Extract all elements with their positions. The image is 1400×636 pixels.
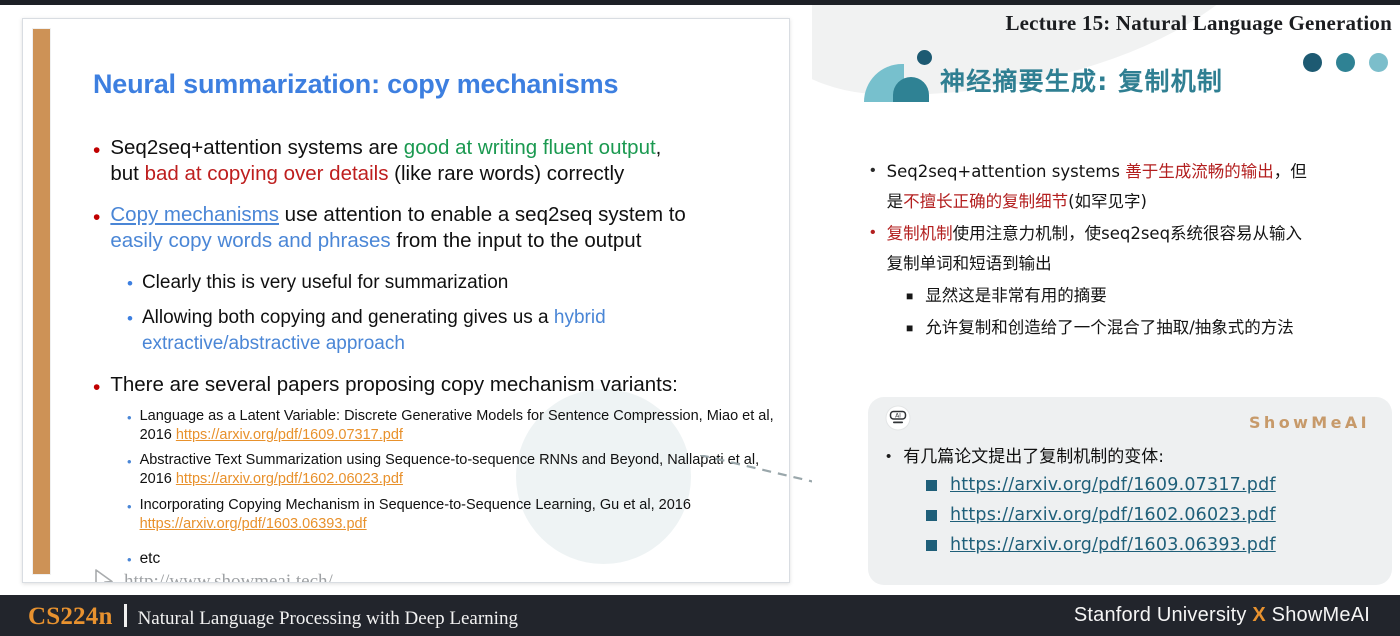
- copy-mechanisms-link[interactable]: Copy mechanisms: [110, 203, 279, 226]
- cn-b1-l1red: 善于生成流畅的输出: [1125, 162, 1274, 181]
- footer-stanford: Stanford University: [1073, 604, 1253, 626]
- course-code: CS224n: [28, 602, 113, 630]
- card-lead-text: 有几篇论文提出了复制机制的变体:: [903, 447, 1164, 467]
- dot-2: [1336, 53, 1355, 72]
- card-link-3[interactable]: https://arxiv.org/pdf/1603.06393.pdf: [950, 535, 1276, 555]
- footer-showmeai: ShowMeAI: [1265, 604, 1370, 626]
- showmeai-logo-icon: [864, 50, 932, 102]
- sub2-a: Allowing both copying and generating giv…: [141, 307, 554, 328]
- dot-3: [1369, 53, 1388, 72]
- slide-title: Neural summarization: copy mechanisms: [93, 69, 619, 99]
- b2-line2-blue: easily copy words and phrases: [110, 229, 391, 252]
- sub1-text: Clearly this is very useful for summariz…: [141, 272, 509, 293]
- cn-b2-l2b: 复制单词和短语到输出: [886, 254, 1052, 273]
- cn-sub1: 显然这是非常有用的摘要: [925, 286, 1107, 305]
- footer-divider: [123, 603, 127, 627]
- svg-text:AI: AI: [895, 412, 901, 419]
- b1-line2-a: but: [110, 162, 145, 185]
- square-bullet-icon: [926, 509, 937, 521]
- cn-bullet-2: • 复制机制使用注意力机制，使seq2seq系统很容易从输入 复制单词和短语到输…: [870, 219, 1390, 279]
- bullet-dot-icon: •: [93, 376, 101, 399]
- b1-line1-a: Seq2seq+attention systems are: [110, 136, 404, 159]
- cn-b1-l2a: 是: [886, 192, 904, 211]
- reference-card: AI ShowMeAI • 有几篇论文提出了复制机制的变体: https://a…: [868, 397, 1392, 585]
- card-brand: ShowMeAI: [1249, 413, 1370, 432]
- cursor-arrow-icon: [91, 567, 118, 582]
- b1-line2-b: (like rare words) correctly: [388, 162, 625, 185]
- paper-ref-2: • Abstractive Text Summarization using S…: [127, 451, 789, 489]
- paper-2-url[interactable]: https://arxiv.org/pdf/1602.06023.pdf: [176, 471, 403, 487]
- card-link-row[interactable]: https://arxiv.org/pdf/1602.06023.pdf: [926, 505, 1276, 525]
- b1-line2-red: bad at copying over details: [144, 162, 389, 185]
- square-bullet-icon: ■: [906, 321, 914, 335]
- slide-watermark: http://www.showmeai.tech/: [91, 565, 333, 583]
- card-link-row[interactable]: https://arxiv.org/pdf/1603.06393.pdf: [926, 535, 1276, 555]
- panel-title-cn: 神经摘要生成: 复制机制: [940, 67, 1224, 96]
- paper-ref-1: • Language as a Latent Variable: Discret…: [127, 407, 789, 445]
- card-link-list: https://arxiv.org/pdf/1609.07317.pdf htt…: [926, 475, 1276, 565]
- watermark-text: http://www.showmeai.tech/: [124, 570, 333, 583]
- paper-3-url[interactable]: https://arxiv.org/pdf/1603.06393.pdf: [140, 516, 367, 532]
- paper-3-text: Incorporating Copying Mechanism in Seque…: [139, 497, 691, 513]
- bullet-dot-icon: •: [93, 206, 101, 229]
- sub2-blue2: extractive/abstractive approach: [141, 333, 405, 354]
- slide-subbullet-1: • Clearly this is very useful for summar…: [127, 270, 789, 296]
- cn-b1-l1b: ，但: [1273, 162, 1307, 181]
- square-bullet-icon: [926, 539, 937, 551]
- b3-text: There are several papers proposing copy …: [110, 373, 678, 396]
- footer-x: X: [1252, 604, 1266, 626]
- logo-dot-shape: [917, 50, 932, 65]
- sub2-blue: hybrid: [553, 307, 606, 328]
- slide-canvas: Neural summarization: copy mechanisms • …: [0, 0, 1400, 636]
- lecture-slide: Neural summarization: copy mechanisms • …: [22, 18, 790, 583]
- bullet-dot-icon: •: [93, 139, 101, 162]
- card-lead-row: • 有几篇论文提出了复制机制的变体:: [886, 442, 1164, 467]
- slide-bullet-1: • Seq2seq+attention systems are good at …: [93, 135, 789, 187]
- paper-ref-3: • Incorporating Copying Mechanism in Seq…: [127, 496, 789, 534]
- robot-face-icon: AI: [885, 405, 911, 436]
- slide-bullet-2: • Copy mechanisms use attention to enabl…: [93, 202, 789, 254]
- card-link-2[interactable]: https://arxiv.org/pdf/1602.06023.pdf: [950, 505, 1276, 525]
- paper-1-url[interactable]: https://arxiv.org/pdf/1609.07317.pdf: [176, 427, 403, 443]
- course-name: Natural Language Processing with Deep Le…: [137, 607, 518, 629]
- cn-subbullet-1: ■ 显然这是非常有用的摘要: [906, 281, 1390, 311]
- cn-b1-l2red: 不擅长正确的复制细节: [903, 192, 1069, 211]
- cn-bullet-1: • Seq2seq+attention systems 善于生成流畅的输出，但 …: [870, 157, 1390, 217]
- footer-left: CS224n Natural Language Processing with …: [28, 601, 518, 631]
- card-link-1[interactable]: https://arxiv.org/pdf/1609.07317.pdf: [950, 475, 1276, 495]
- card-link-row[interactable]: https://arxiv.org/pdf/1609.07317.pdf: [926, 475, 1276, 495]
- square-bullet-icon: [926, 479, 937, 491]
- slide-subbullet-2: • Allowing both copying and generating g…: [127, 305, 789, 357]
- slide-bullet-3: • There are several papers proposing cop…: [93, 372, 789, 398]
- bullet-dot-icon: •: [127, 274, 133, 293]
- b2-line1-b: use attention to enable a seq2seq system…: [278, 203, 686, 226]
- lecture-title: Lecture 15: Natural Language Generation: [1005, 11, 1392, 35]
- bullet-dot-icon: •: [870, 224, 876, 241]
- footer-bar: CS224n Natural Language Processing with …: [0, 595, 1400, 636]
- logo-dome-shape: [893, 77, 929, 102]
- cn-b1-l1a: Seq2seq+attention systems: [886, 162, 1126, 181]
- b1-line1-green: good at writing fluent output: [403, 136, 656, 159]
- bullet-dot-icon: •: [870, 162, 876, 179]
- square-bullet-icon: ■: [906, 289, 914, 303]
- cn-b2-l1red: 复制机制: [886, 224, 953, 243]
- bullet-dot-icon: •: [886, 448, 892, 465]
- cn-b1-l2b: (如罕见字): [1068, 192, 1147, 211]
- cn-b2-l1b: 使用注意力机制，使seq2seq系统很容易从输入: [952, 224, 1303, 243]
- cn-subbullet-2: ■ 允许复制和创造给了一个混合了抽取/抽象式的方法: [906, 313, 1390, 343]
- bullet-dot-icon: •: [127, 309, 133, 328]
- cn-sub2: 允许复制和创造给了一个混合了抽取/抽象式的方法: [925, 318, 1294, 337]
- bullet-dot-icon: •: [127, 454, 132, 469]
- slide-accent-bar: [33, 29, 50, 574]
- footer-right: Stanford University X ShowMeAI: [1074, 604, 1370, 627]
- b1-line1-b: ,: [655, 136, 662, 159]
- translation-panel: Lecture 15: Natural Language Generation …: [812, 5, 1400, 595]
- decorative-dots: [1303, 53, 1388, 72]
- bullet-dot-icon: •: [127, 499, 132, 514]
- dot-1: [1303, 53, 1322, 72]
- translated-bullets: • Seq2seq+attention systems 善于生成流畅的输出，但 …: [870, 157, 1390, 345]
- bullet-dot-icon: •: [127, 410, 132, 425]
- b2-line2-b: from the input to the output: [390, 229, 642, 252]
